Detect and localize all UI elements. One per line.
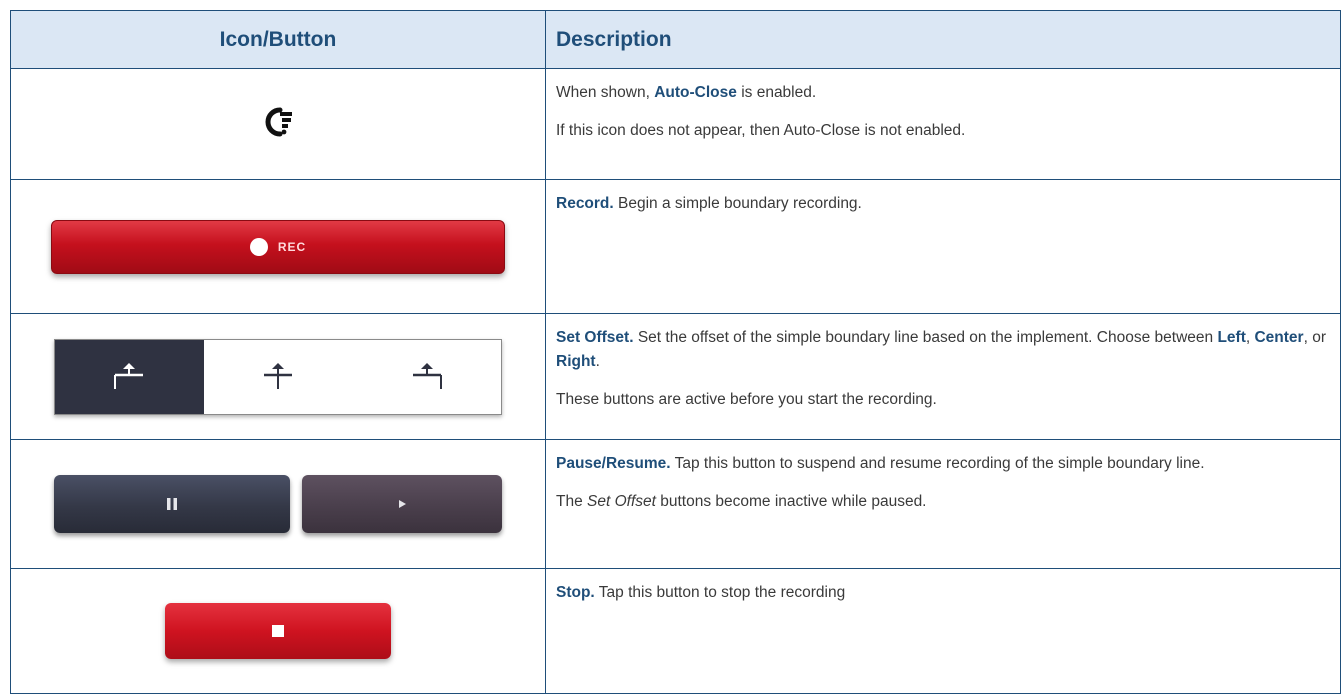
table-row: REC Record. Begin a simple boundary reco… xyxy=(10,179,1341,314)
header-icon-button: Icon/Button xyxy=(10,10,546,69)
play-icon xyxy=(399,500,406,508)
description-text: Set Offset. Set the offset of the simple… xyxy=(556,326,1330,374)
table-row: When shown, Auto-Close is enabled. If th… xyxy=(10,68,1341,180)
description-text: The Set Offset buttons become inactive w… xyxy=(556,490,1330,514)
icon-cell: REC xyxy=(10,179,546,314)
set-offset-italic: Set Offset xyxy=(587,493,656,510)
text-span: Tap this button to suspend and resume re… xyxy=(670,455,1205,472)
record-button-label: REC xyxy=(277,239,307,254)
stop-button[interactable] xyxy=(165,603,391,659)
description-text: These buttons are active before you star… xyxy=(556,391,937,408)
auto-close-term: Auto-Close xyxy=(654,84,737,101)
set-offset-buttons xyxy=(54,338,502,415)
text-span: When shown, xyxy=(556,84,655,101)
stop-term: Stop. xyxy=(556,584,595,601)
header-row: Icon/Button Description xyxy=(10,10,1341,69)
record-dot-icon xyxy=(249,237,268,256)
description-text: Record. Begin a simple boundary recordin… xyxy=(556,192,1330,216)
table-row: Pause/Resume. Tap this button to suspend… xyxy=(10,439,1341,569)
description-text: If this icon does not appear, then Auto-… xyxy=(556,122,966,139)
offset-center-icon xyxy=(264,362,292,389)
resume-button[interactable] xyxy=(302,475,502,533)
option-center: Center xyxy=(1254,329,1304,346)
text-span: is enabled. xyxy=(736,84,817,101)
text-span: Set the offset of the simple boundary li… xyxy=(633,329,1218,346)
description-cell: Set Offset. Set the offset of the simple… xyxy=(545,313,1341,440)
record-button[interactable]: REC xyxy=(51,219,505,274)
text-span: The xyxy=(556,493,588,510)
icon-description-table: Icon/Button Description When shown, Auto… xyxy=(10,10,1341,694)
icon-cell xyxy=(10,439,546,569)
offset-left-button[interactable] xyxy=(55,339,204,414)
auto-close-icon xyxy=(265,107,292,136)
description-cell: Pause/Resume. Tap this button to suspend… xyxy=(545,439,1341,569)
text-span: Begin a simple boundary recording. xyxy=(613,195,862,212)
pause-resume-buttons xyxy=(54,475,502,533)
pause-icon xyxy=(167,498,177,510)
offset-left-icon xyxy=(114,362,144,389)
header-description: Description xyxy=(545,10,1341,69)
icon-cell xyxy=(10,568,546,694)
description-cell: When shown, Auto-Close is enabled. If th… xyxy=(545,68,1341,180)
table-row: Set Offset. Set the offset of the simple… xyxy=(10,313,1341,440)
description-cell: Record. Begin a simple boundary recordin… xyxy=(545,179,1341,314)
text-span: buttons become inactive while paused. xyxy=(655,493,927,510)
set-offset-term: Set Offset. xyxy=(556,329,634,346)
description-text: Pause/Resume. Tap this button to suspend… xyxy=(556,452,1330,476)
offset-center-button[interactable] xyxy=(204,340,353,414)
offset-right-icon xyxy=(412,362,442,389)
pause-resume-term: Pause/Resume. xyxy=(556,455,671,472)
description-text: When shown, Auto-Close is enabled. xyxy=(556,81,1330,105)
option-left: Left xyxy=(1217,329,1246,346)
pause-button[interactable] xyxy=(54,475,290,533)
stop-square-icon xyxy=(272,625,284,637)
text-span: Tap this button to stop the recording xyxy=(594,584,846,601)
description-cell: Stop. Tap this button to stop the record… xyxy=(545,568,1341,694)
description-text: Stop. Tap this button to stop the record… xyxy=(556,581,1330,605)
text-span: . xyxy=(595,353,600,370)
icon-cell xyxy=(10,313,546,440)
offset-right-button[interactable] xyxy=(352,340,501,414)
text-span: , or xyxy=(1303,329,1326,346)
option-right: Right xyxy=(556,353,596,370)
record-term: Record. xyxy=(556,195,614,212)
table-row: Stop. Tap this button to stop the record… xyxy=(10,568,1341,694)
icon-cell xyxy=(10,68,546,180)
